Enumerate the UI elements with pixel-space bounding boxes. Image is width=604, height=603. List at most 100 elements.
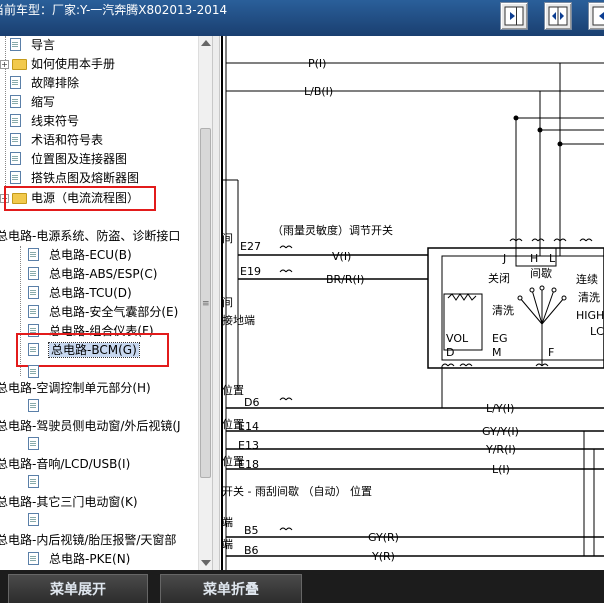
expand-icon[interactable]: + bbox=[0, 60, 9, 69]
pin-label: D6 bbox=[244, 396, 259, 409]
tree-item-label: 术语和符号表 bbox=[31, 133, 104, 147]
page-icon bbox=[28, 437, 39, 450]
tree-item-ground-fuse[interactable]: 搭铁点图及熔断器图 bbox=[10, 169, 139, 187]
page-icon bbox=[28, 475, 39, 488]
tree-item-label: 如何使用本手册 bbox=[31, 57, 116, 71]
tree-item-mirror-tpms[interactable]: 总电路-内后视镜/胎压报警/天窗部 bbox=[0, 531, 176, 549]
tree-item-label: 导言 bbox=[31, 38, 56, 52]
highlight-box-power bbox=[4, 186, 156, 211]
folder-icon bbox=[12, 59, 27, 70]
wire-label: P(I) bbox=[308, 57, 326, 70]
diagram-text: 间 bbox=[222, 232, 233, 245]
wire-label: V(I) bbox=[332, 250, 351, 263]
pane-left-icon bbox=[592, 6, 604, 26]
tree-item-ac[interactable]: 总电路-空调控制单元部分(H) bbox=[0, 379, 151, 397]
terminal-label: L bbox=[549, 252, 556, 265]
pane-right-button[interactable] bbox=[500, 2, 528, 30]
tree-item-pke[interactable]: 总电路-PKE(N) bbox=[28, 550, 130, 568]
page-icon bbox=[28, 267, 39, 280]
tree-item-harness-symbols[interactable]: 线束符号 bbox=[10, 112, 79, 130]
tree-item-abbreviations[interactable]: 缩写 bbox=[10, 93, 55, 111]
page-icon bbox=[28, 248, 39, 261]
wire-label: Y/R(I) bbox=[485, 443, 516, 456]
page-icon bbox=[28, 365, 39, 378]
switch-label: 关闭 bbox=[488, 271, 510, 285]
highlight-box-bcm bbox=[16, 333, 169, 367]
pin-label: B5 bbox=[244, 524, 259, 537]
scroll-up-icon[interactable] bbox=[201, 40, 211, 46]
page-icon bbox=[10, 152, 21, 165]
expand-menu-button[interactable]: 菜单展开 bbox=[8, 574, 148, 603]
tree-scrollbar[interactable]: ≡ bbox=[198, 36, 212, 570]
page-icon bbox=[28, 552, 39, 565]
tree-item-label: 位置图及连接器图 bbox=[31, 152, 128, 166]
tree-item-label: 总电路-ECU(B) bbox=[49, 248, 132, 262]
tree-item-tcu[interactable]: 总电路-TCU(D) bbox=[28, 284, 132, 302]
page-icon bbox=[10, 114, 21, 127]
terminal-label: J bbox=[502, 252, 506, 265]
tree-item-intro[interactable]: 导言 bbox=[10, 36, 55, 54]
wire-label: L/B(I) bbox=[304, 85, 333, 98]
page-icon bbox=[10, 133, 21, 146]
page-icon bbox=[10, 38, 21, 51]
bottom-bar: 菜单展开 菜单折叠 bbox=[0, 570, 604, 603]
tree-item-label: 总电路-安全气囊部分(E) bbox=[49, 305, 179, 319]
tree-item-abs[interactable]: 总电路-ABS/ESP(C) bbox=[28, 265, 157, 283]
tree-item-driver-window[interactable]: 总电路-驾驶员侧电动窗/外后视镜(J bbox=[0, 417, 181, 435]
page-icon bbox=[10, 171, 21, 184]
collapse-menu-button[interactable]: 菜单折叠 bbox=[160, 574, 302, 603]
tree-item-terms[interactable]: 术语和符号表 bbox=[10, 131, 103, 149]
diagram-text: 开关 - 雨刮间歇 （自动） 位置 bbox=[222, 484, 372, 498]
page-icon bbox=[10, 95, 21, 108]
wire-label: Y(R) bbox=[371, 550, 395, 563]
tree-item-label: 总电路-PKE(N) bbox=[49, 552, 131, 566]
tree-item-label: 总电路-ABS/ESP(C) bbox=[49, 267, 158, 281]
wiring-diagram-svg: P(I) L/B(I) （雨量灵敏度）调节开关 间 E27 V(I) E19 B… bbox=[221, 36, 604, 570]
terminal-label: M bbox=[492, 346, 502, 359]
pane-left-button[interactable] bbox=[588, 2, 604, 30]
switch-label: 间歇 bbox=[530, 267, 552, 280]
page-icon bbox=[28, 305, 39, 318]
tree-item-audio[interactable]: 总电路-音响/LCD/USB(I) bbox=[0, 455, 130, 473]
split-view-button[interactable] bbox=[544, 2, 572, 30]
pin-label: E13 bbox=[238, 439, 259, 452]
switch-label: 连续 bbox=[576, 272, 598, 286]
scroll-down-icon[interactable] bbox=[201, 560, 211, 566]
tree-item-ecu[interactable]: 总电路-ECU(B) bbox=[28, 246, 132, 264]
tree-item-airbag[interactable]: 总电路-安全气囊部分(E) bbox=[28, 303, 178, 321]
tree-item-troubleshooting[interactable]: 故障排除 bbox=[10, 74, 79, 92]
pin-label: B6 bbox=[244, 544, 259, 557]
page-icon bbox=[10, 76, 21, 89]
switch-title: （雨量灵敏度）调节开关 bbox=[272, 223, 393, 237]
pane-splitter[interactable] bbox=[212, 36, 220, 570]
tree-item-label: 总电路-其它三门电动窗(K) bbox=[0, 495, 138, 509]
split-view-icon bbox=[548, 6, 568, 26]
tree-item-location-diagram[interactable]: 位置图及连接器图 bbox=[10, 150, 127, 168]
page-icon bbox=[28, 513, 39, 526]
switch-label: 清洗 bbox=[578, 291, 600, 304]
tree-item-label: 线束符号 bbox=[31, 114, 80, 128]
tree-item-label: 缩写 bbox=[31, 95, 56, 109]
pin-label: E19 bbox=[240, 265, 261, 278]
title-bar: 当前车型：厂家:Y-一汽奔腾X802013-2014 bbox=[0, 0, 604, 36]
diagram-text: 端 bbox=[222, 516, 233, 529]
tree-item-label: 故障排除 bbox=[31, 76, 80, 90]
tree-item-label: 总电路-音响/LCD/USB(I) bbox=[0, 457, 131, 471]
diagram-text: 位置 bbox=[222, 383, 244, 397]
wire-label: GY/Y(I) bbox=[482, 425, 519, 438]
scrollbar-thumb[interactable]: ≡ bbox=[200, 128, 211, 478]
terminal-label: VOL bbox=[446, 332, 469, 345]
tree-item-other-windows[interactable]: 总电路-其它三门电动窗(K) bbox=[0, 493, 138, 511]
switch-label: LC bbox=[590, 325, 604, 338]
page-icon bbox=[28, 286, 39, 299]
tree-item-label: 总电路-驾驶员侧电动窗/外后视镜(J bbox=[0, 419, 181, 433]
window-title: 当前车型：厂家:Y-一汽奔腾X802013-2014 bbox=[0, 3, 228, 17]
tree-item-label: 总电路-电源系统、防盗、诊断接口 bbox=[0, 229, 181, 243]
switch-label: HIGH bbox=[576, 309, 604, 322]
wire-label: GY(R) bbox=[368, 531, 399, 544]
tree-item-label: 总电路-内后视镜/胎压报警/天窗部 bbox=[0, 533, 177, 547]
tree-item-power-system[interactable]: 总电路-电源系统、防盗、诊断接口 bbox=[0, 227, 180, 245]
tree-item-how-to-use[interactable]: + 如何使用本手册 bbox=[0, 55, 115, 73]
diagram-text: 间 bbox=[222, 296, 233, 309]
wiring-diagram: P(I) L/B(I) （雨量灵敏度）调节开关 间 E27 V(I) E19 B… bbox=[220, 36, 604, 570]
